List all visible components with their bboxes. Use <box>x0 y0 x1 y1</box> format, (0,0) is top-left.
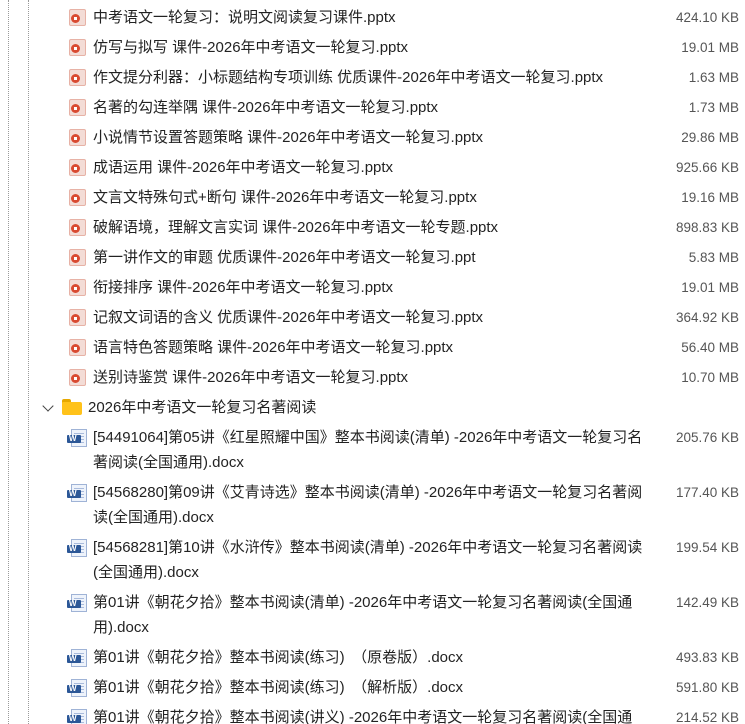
word-file-icon <box>67 709 89 724</box>
file-row[interactable]: 第01讲《朝花夕拾》整本书阅读(练习) （原卷版）.docx 493.83 KB <box>0 643 745 673</box>
powerpoint-file-icon <box>69 249 86 266</box>
file-size: 214.52 KB <box>675 710 739 724</box>
file-row[interactable]: 第一讲作文的审题 优质课件-2026年中考语文一轮复习.ppt 5.83 MB <box>0 243 745 273</box>
file-size: 142.49 KB <box>675 595 739 610</box>
word-file-icon <box>67 484 89 502</box>
file-name-continued: 著阅读(全国通用).docx <box>93 454 244 471</box>
file-name: 成语运用 课件-2026年中考语文一轮复习.pptx <box>93 159 394 176</box>
file-name: 文言文特殊句式+断句 课件-2026年中考语文一轮复习.pptx <box>93 189 477 206</box>
file-size: 925.66 KB <box>675 160 739 175</box>
file-size: 1.63 MB <box>688 70 739 85</box>
file-row[interactable]: 中考语文一轮复习：说明文阅读复习课件.pptx 424.10 KB <box>0 3 745 33</box>
file-name-continued: (全国通用).docx <box>93 564 199 581</box>
file-name: 作文提分利器：小标题结构专项训练 优质课件-2026年中考语文一轮复习.pptx <box>93 69 604 86</box>
file-row[interactable]: 送别诗鉴赏 课件-2026年中考语文一轮复习.pptx 10.70 MB <box>0 363 745 393</box>
file-name: 破解语境，理解文言实词 课件-2026年中考语文一轮专题.pptx <box>93 219 499 236</box>
file-size: 56.40 MB <box>681 340 739 355</box>
file-row[interactable]: 小说情节设置答题策略 课件-2026年中考语文一轮复习.pptx 29.86 M… <box>0 123 745 153</box>
file-size: 364.92 KB <box>675 310 739 325</box>
powerpoint-file-icon <box>69 309 86 326</box>
file-size: 177.40 KB <box>675 485 739 500</box>
file-row[interactable]: 语言特色答题策略 课件-2026年中考语文一轮复习.pptx 56.40 MB <box>0 333 745 363</box>
powerpoint-file-icon <box>69 279 86 296</box>
powerpoint-file-icon <box>69 189 86 206</box>
file-size: 29.86 MB <box>681 130 739 145</box>
file-name: 送别诗鉴赏 课件-2026年中考语文一轮复习.pptx <box>93 369 409 386</box>
file-size: 10.70 MB <box>681 370 739 385</box>
file-name: 仿写与拟写 课件-2026年中考语文一轮复习.pptx <box>93 39 409 56</box>
file-row[interactable]: 衔接排序 课件-2026年中考语文一轮复习.pptx 19.01 MB <box>0 273 745 303</box>
file-name: 第01讲《朝花夕拾》整本书阅读(清单) -2026年中考语文一轮复习名著阅读(全… <box>93 594 633 611</box>
word-file-icon <box>67 539 89 557</box>
word-file-icon <box>67 594 89 612</box>
file-row[interactable]: [54568280]第09讲《艾青诗选》整本书阅读(清单) -2026年中考语文… <box>0 478 745 534</box>
file-size: 493.83 KB <box>675 650 739 665</box>
powerpoint-file-icon <box>69 69 86 86</box>
powerpoint-file-icon <box>69 339 86 356</box>
word-file-icon <box>67 679 89 697</box>
file-size: 205.76 KB <box>675 430 739 445</box>
file-row[interactable]: 文言文特殊句式+断句 课件-2026年中考语文一轮复习.pptx 19.16 M… <box>0 183 745 213</box>
file-name: 中考语文一轮复习：说明文阅读复习课件.pptx <box>93 9 396 26</box>
powerpoint-file-icon <box>69 129 86 146</box>
file-row[interactable]: 成语运用 课件-2026年中考语文一轮复习.pptx 925.66 KB <box>0 153 745 183</box>
file-size: 19.16 MB <box>681 190 739 205</box>
file-name: 语言特色答题策略 课件-2026年中考语文一轮复习.pptx <box>93 339 454 356</box>
folder-row[interactable]: 2026年中考语文一轮复习名著阅读 <box>0 393 745 423</box>
file-tree: 中考语文一轮复习：说明文阅读复习课件.pptx 424.10 KB 仿写与拟写 … <box>0 0 745 724</box>
file-size: 199.54 KB <box>675 540 739 555</box>
powerpoint-file-icon <box>69 159 86 176</box>
powerpoint-file-icon <box>69 9 86 26</box>
file-name: 小说情节设置答题策略 课件-2026年中考语文一轮复习.pptx <box>93 129 484 146</box>
file-name-continued: 用).docx <box>93 619 149 636</box>
file-row[interactable]: 第01讲《朝花夕拾》整本书阅读(清单) -2026年中考语文一轮复习名著阅读(全… <box>0 588 745 644</box>
file-size: 19.01 MB <box>681 40 739 55</box>
file-name: 第01讲《朝花夕拾》整本书阅读(讲义) -2026年中考语文一轮复习名著阅读(全… <box>93 709 633 724</box>
file-size: 591.80 KB <box>675 680 739 695</box>
file-row[interactable]: 第01讲《朝花夕拾》整本书阅读(练习) （解析版）.docx 591.80 KB <box>0 673 745 703</box>
file-row[interactable]: 破解语境，理解文言实词 课件-2026年中考语文一轮专题.pptx 898.83… <box>0 213 745 243</box>
file-row[interactable]: 仿写与拟写 课件-2026年中考语文一轮复习.pptx 19.01 MB <box>0 33 745 63</box>
file-size: 5.83 MB <box>688 250 739 265</box>
file-row[interactable]: 名著的勾连举隅 课件-2026年中考语文一轮复习.pptx 1.73 MB <box>0 93 745 123</box>
file-row[interactable]: [54568281]第10讲《水浒传》整本书阅读(清单) -2026年中考语文一… <box>0 533 745 589</box>
file-size: 898.83 KB <box>675 220 739 235</box>
powerpoint-file-icon <box>69 219 86 236</box>
file-name: 衔接排序 课件-2026年中考语文一轮复习.pptx <box>93 279 394 296</box>
file-size: 19.01 MB <box>681 280 739 295</box>
powerpoint-file-icon <box>69 99 86 116</box>
file-name: 记叙文词语的含义 优质课件-2026年中考语文一轮复习.pptx <box>93 309 484 326</box>
file-row[interactable]: [54491064]第05讲《红星照耀中国》整本书阅读(清单) -2026年中考… <box>0 423 745 479</box>
chevron-down-icon[interactable] <box>42 400 54 412</box>
folder-icon <box>62 399 82 415</box>
file-size: 1.73 MB <box>688 100 739 115</box>
folder-name: 2026年中考语文一轮复习名著阅读 <box>88 399 317 416</box>
file-name-continued: 读(全国通用).docx <box>93 509 214 526</box>
powerpoint-file-icon <box>69 39 86 56</box>
file-size: 424.10 KB <box>675 10 739 25</box>
file-row[interactable]: 记叙文词语的含义 优质课件-2026年中考语文一轮复习.pptx 364.92 … <box>0 303 745 333</box>
file-name: 第01讲《朝花夕拾》整本书阅读(练习) （原卷版）.docx <box>93 649 464 666</box>
file-name: 名著的勾连举隅 课件-2026年中考语文一轮复习.pptx <box>93 99 439 116</box>
file-row[interactable]: 第01讲《朝花夕拾》整本书阅读(讲义) -2026年中考语文一轮复习名著阅读(全… <box>0 703 745 724</box>
word-file-icon <box>67 649 89 667</box>
file-name: 第一讲作文的审题 优质课件-2026年中考语文一轮复习.ppt <box>93 249 476 266</box>
word-file-icon <box>67 429 89 447</box>
file-name: 第01讲《朝花夕拾》整本书阅读(练习) （解析版）.docx <box>93 679 464 696</box>
file-row[interactable]: 作文提分利器：小标题结构专项训练 优质课件-2026年中考语文一轮复习.pptx… <box>0 63 745 93</box>
powerpoint-file-icon <box>69 369 86 386</box>
